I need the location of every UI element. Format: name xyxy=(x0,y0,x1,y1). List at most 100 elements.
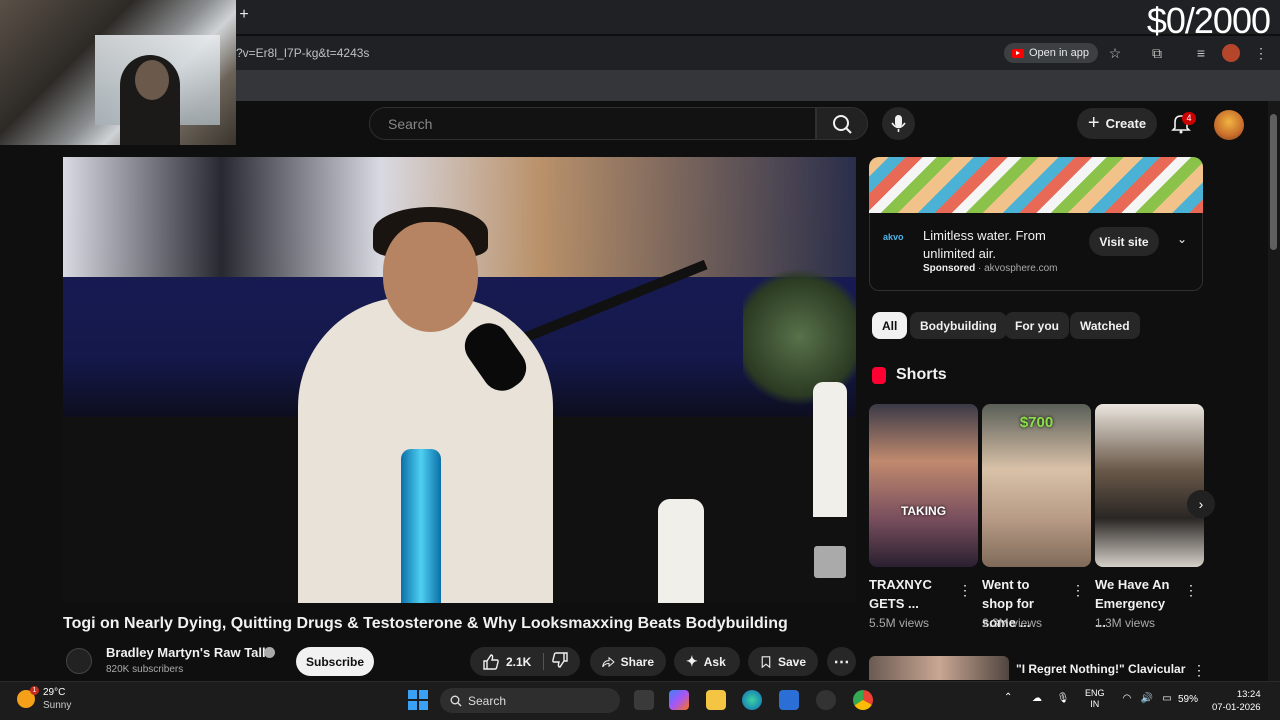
chrome-icon[interactable] xyxy=(853,690,873,710)
visit-site-button[interactable]: Visit site xyxy=(1089,227,1159,256)
counter-overlay: $0/2000 xyxy=(1146,0,1271,41)
copilot-icon[interactable] xyxy=(669,690,689,710)
short-thumbnail[interactable]: $700 xyxy=(982,404,1091,567)
video-bottle-prime-back xyxy=(813,382,847,517)
short-thumbnail[interactable] xyxy=(1095,404,1204,567)
volume-icon[interactable]: 🔊 xyxy=(1140,693,1154,705)
short-views: 5.5M views xyxy=(869,616,930,630)
ad-image[interactable] xyxy=(869,157,1203,213)
search-input[interactable]: Search xyxy=(369,107,816,140)
task-view-icon[interactable] xyxy=(634,690,654,710)
search-button[interactable] xyxy=(816,107,868,140)
dislike-button[interactable] xyxy=(551,651,569,672)
more-horizontal-icon: ⋯ xyxy=(833,653,850,671)
channel-watermark-icon[interactable] xyxy=(814,546,846,578)
wifi-icon[interactable]: ◠ xyxy=(1120,693,1134,705)
verified-icon xyxy=(264,647,275,658)
short-views: 2.3M views xyxy=(982,616,1043,630)
ad-domain: akvosphere.com xyxy=(984,263,1058,274)
next-video-title[interactable]: "I Regret Nothing!" Clavicular xyxy=(1016,662,1185,676)
ad-logo: akvo xyxy=(883,232,904,242)
language-indicator[interactable]: ENG IN xyxy=(1085,688,1105,710)
more-actions-button[interactable]: ⋯ xyxy=(827,647,856,676)
microphone-icon xyxy=(891,115,906,132)
more-vertical-icon[interactable]: ⋮ xyxy=(958,582,972,599)
clock-date: 07-01-2026 xyxy=(1212,702,1261,713)
video-bottle-prime xyxy=(658,499,704,603)
search-placeholder: Search xyxy=(388,115,433,132)
short-thumbnail[interactable]: TAKING xyxy=(869,404,978,567)
video-player[interactable] xyxy=(63,157,856,603)
next-video-thumbnail[interactable] xyxy=(869,656,1009,680)
battery-icon[interactable]: ▭ xyxy=(1160,693,1174,705)
short-thumbnail-caption: TAKING xyxy=(900,504,947,518)
thumbs-up-icon xyxy=(483,653,499,670)
short-views: 1.3M views xyxy=(1095,616,1156,630)
language-code: ENG xyxy=(1085,688,1105,698)
onedrive-icon[interactable]: ☁ xyxy=(1030,693,1044,705)
ask-button[interactable]: ✦ Ask xyxy=(674,647,740,676)
video-person-face xyxy=(383,222,478,332)
save-button[interactable]: Save xyxy=(748,647,818,676)
plus-icon: + xyxy=(1087,112,1100,134)
windows-start-icon[interactable] xyxy=(408,690,428,710)
weather-temperature[interactable]: 29°C xyxy=(43,687,65,698)
webcam-person-head xyxy=(135,60,169,100)
share-button[interactable]: Share xyxy=(590,647,666,676)
short-thumbnail-caption: $700 xyxy=(1019,414,1054,431)
channel-avatar[interactable] xyxy=(66,648,92,674)
like-dislike-group: 2.1K xyxy=(470,647,580,676)
more-vertical-icon[interactable]: ⋮ xyxy=(1184,582,1198,599)
shorts-next-button[interactable]: › xyxy=(1187,490,1215,518)
shorts-icon xyxy=(872,367,886,384)
shorts-heading: Shorts xyxy=(896,366,947,383)
share-label: Share xyxy=(620,654,654,669)
ad-headline[interactable]: Limitless water. From unlimited air. xyxy=(923,227,1083,263)
taskbar-search-label: Search xyxy=(468,693,507,708)
new-tab-button[interactable]: + xyxy=(236,6,252,24)
battery-percentage: 59% xyxy=(1178,694,1199,705)
taskbar-search[interactable]: Search xyxy=(440,688,620,713)
subscriber-count: 820K subscribers xyxy=(106,664,184,675)
more-vertical-icon[interactable]: ⋮ xyxy=(1071,582,1085,599)
chip-for-you[interactable]: For you xyxy=(1005,312,1069,339)
account-avatar[interactable] xyxy=(1214,110,1244,140)
chip-watched[interactable]: Watched xyxy=(1070,312,1140,339)
chevron-down-icon[interactable]: ⌄ xyxy=(1173,232,1191,250)
scrollbar-thumb[interactable] xyxy=(1270,114,1277,250)
file-explorer-icon[interactable] xyxy=(706,690,726,710)
profile-avatar-icon[interactable] xyxy=(1222,44,1240,62)
ask-label: Ask xyxy=(703,654,726,669)
url-text[interactable]: ?v=Er8l_I7P-kg&t=4243s xyxy=(236,46,369,60)
microphone-icon[interactable]: 🎙 xyxy=(1056,693,1070,705)
bookmark-star-icon[interactable]: ☆ xyxy=(1106,44,1124,62)
search-icon xyxy=(450,695,462,706)
channel-name[interactable]: Bradley Martyn's Raw Talk xyxy=(106,645,269,660)
youtube-logo-icon xyxy=(1012,48,1024,58)
video-title: Togi on Nearly Dying, Quitting Drugs & T… xyxy=(63,615,788,632)
chip-all[interactable]: All xyxy=(872,312,908,339)
webcam-overlay xyxy=(0,0,236,145)
voice-search-button[interactable] xyxy=(882,107,915,140)
extensions-icon[interactable]: ⧉ xyxy=(1148,44,1166,62)
more-vertical-icon[interactable]: ⋮ xyxy=(1192,662,1206,679)
short-title[interactable]: TRAXNYC GETS ... xyxy=(869,575,949,613)
app-icon[interactable] xyxy=(816,690,836,710)
subscribe-button[interactable]: Subscribe xyxy=(296,647,374,676)
like-divider xyxy=(543,653,544,670)
microsoft-store-icon[interactable] xyxy=(779,690,799,710)
create-button[interactable]: + Create xyxy=(1077,108,1157,139)
chip-bodybuilding[interactable]: Bodybuilding xyxy=(910,312,1007,339)
like-count: 2.1K xyxy=(506,654,532,669)
show-hidden-icons[interactable]: ⌃ xyxy=(1004,692,1012,703)
media-control-icon[interactable]: ≡ xyxy=(1192,44,1210,62)
video-bottle-blue xyxy=(401,449,441,603)
taskbar-clock[interactable]: 13:24 07-01-2026 xyxy=(1212,688,1261,714)
like-button[interactable]: 2.1K xyxy=(482,653,531,671)
weather-condition[interactable]: Sunny xyxy=(43,700,71,711)
search-icon xyxy=(833,115,852,134)
browser-menu-icon[interactable]: ⋮ xyxy=(1252,44,1270,62)
edge-browser-icon[interactable] xyxy=(742,690,762,710)
open-in-app-button[interactable]: Open in app xyxy=(1004,43,1098,63)
region-code: IN xyxy=(1090,699,1100,709)
